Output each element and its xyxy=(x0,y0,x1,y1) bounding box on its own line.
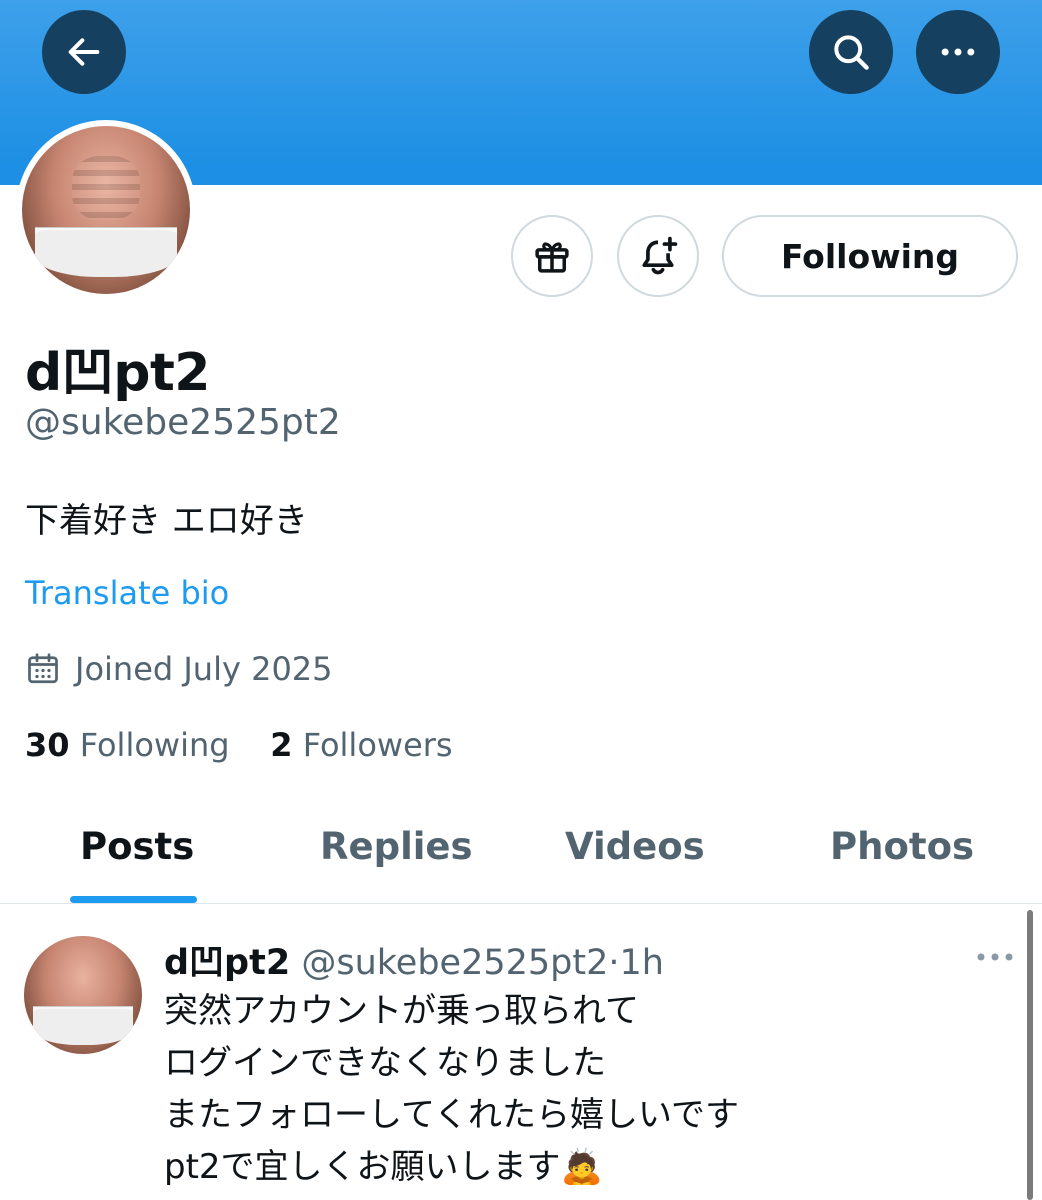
more-horizontal-icon xyxy=(977,953,1013,961)
followers-count: 2 xyxy=(270,726,293,764)
profile-handle: @sukebe2525pt2 xyxy=(25,402,341,443)
followers-stat[interactable]: 2 Followers xyxy=(270,726,452,764)
joined-date: Joined July 2025 xyxy=(75,650,333,688)
scrollbar[interactable] xyxy=(1027,910,1033,1200)
translate-bio-link[interactable]: Translate bio xyxy=(25,574,229,612)
joined-info: Joined July 2025 xyxy=(25,650,333,688)
follow-stats: 30 Following 2 Followers xyxy=(25,726,453,764)
profile-avatar[interactable] xyxy=(16,120,196,300)
post-line: ログインできなくなりました xyxy=(164,1043,606,1083)
post-time[interactable]: 1h xyxy=(620,943,664,983)
post-more-button[interactable] xyxy=(975,948,1015,967)
tab-videos[interactable]: Videos xyxy=(565,825,705,868)
post-avatar[interactable] xyxy=(24,936,142,1054)
post-line: 突然アカウントが乗っ取られて xyxy=(164,991,639,1031)
post-separator: · xyxy=(608,943,620,983)
post-author-name[interactable]: d凹pt2 xyxy=(164,943,290,983)
tab-photos[interactable]: Photos xyxy=(830,825,974,868)
active-tab-indicator xyxy=(70,896,197,903)
bell-plus-icon xyxy=(642,236,678,275)
notifications-button[interactable] xyxy=(617,215,699,297)
post-header: d凹pt2 @sukebe2525pt2·1h xyxy=(164,934,664,985)
post-body: 突然アカウントが乗っ取られて ログインできなくなりました またフォローしてくれた… xyxy=(164,985,739,1193)
following-label: Following xyxy=(79,726,230,764)
followers-label: Followers xyxy=(302,726,453,764)
search-icon xyxy=(834,35,869,70)
tab-posts[interactable]: Posts xyxy=(80,825,194,868)
following-button[interactable]: Following xyxy=(722,215,1018,297)
tab-replies[interactable]: Replies xyxy=(320,825,473,868)
following-count: 30 xyxy=(25,726,70,764)
tab-divider xyxy=(0,903,1042,904)
profile-display-name: d凹pt2 xyxy=(25,343,211,403)
calendar-icon xyxy=(28,653,58,684)
following-stat[interactable]: 30 Following xyxy=(25,726,230,764)
gift-button[interactable] xyxy=(511,215,593,297)
back-button[interactable] xyxy=(42,10,126,94)
gift-icon xyxy=(535,242,569,273)
post-author-handle[interactable]: @sukebe2525pt2 xyxy=(301,943,608,983)
post-line: pt2で宜しくお願いします🙇 xyxy=(164,1147,603,1187)
avatar-image xyxy=(22,126,190,294)
profile-bio: 下着好き エロ好き xyxy=(25,501,308,541)
more-button[interactable] xyxy=(916,10,1000,94)
search-button[interactable] xyxy=(809,10,893,94)
arrow-left-icon xyxy=(68,38,100,66)
more-horizontal-icon xyxy=(941,48,975,56)
post-line: またフォローしてくれたら嬉しいです xyxy=(164,1095,739,1135)
